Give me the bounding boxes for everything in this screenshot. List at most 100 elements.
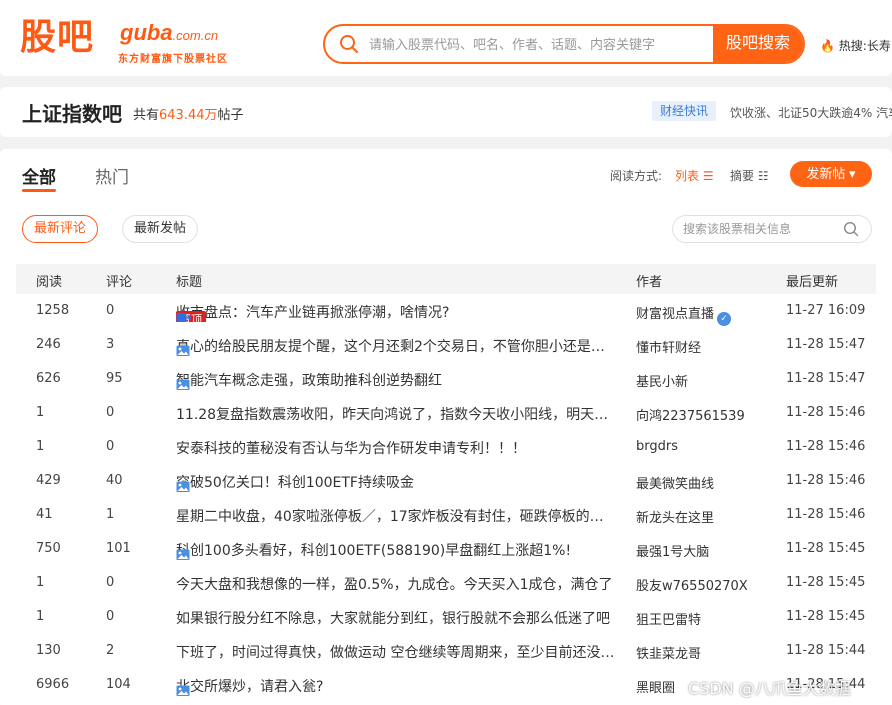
table-row[interactable]: 246 3 真心的给股民朋友提个醒，这个月还剩2个交易日，不管你胆小还是胆大 懂市轩财… xyxy=(16,328,876,362)
read-count: 429 xyxy=(36,473,61,488)
new-post-button[interactable]: 发新帖 ▾ xyxy=(790,161,872,187)
mode-list-button[interactable]: 列表 ☰ xyxy=(675,167,714,184)
post-title-text: 如果银行股分红不除息，大家就能分到红，银行股就不会那么低迷了吧 xyxy=(176,611,610,627)
post-title-link[interactable]: 北交所爆炒，请君入瓮? xyxy=(176,676,616,696)
author-link[interactable]: 懂市轩财经 xyxy=(636,337,701,356)
watermark: CSDN @八爪鱼大数据 xyxy=(688,679,851,698)
last-updated: 11-28 15:46 xyxy=(786,405,866,420)
author-link[interactable]: 财富视点直播 ✓ xyxy=(636,303,732,326)
comment-count: 2 xyxy=(106,643,115,658)
post-title-link[interactable]: 突破50亿关口！科创100ETF持续吸金 xyxy=(176,472,616,492)
mode-summary-label: 摘要 xyxy=(730,169,755,183)
author-link[interactable]: 狙王巴雷特 xyxy=(636,609,701,628)
post-title-link[interactable]: 置顶 收市盘点：汽车产业链再掀涨停潮，啥情况? xyxy=(176,302,616,322)
post-title-link[interactable]: 星期二中收盘，40家啦涨停板／，17家炸板没有封住，砸跌停板的个股 xyxy=(176,506,616,526)
table-row[interactable]: 130 2 下班了，时间过得真快，做做运动 空仓继续等周期来，至少目前还没看到 铁韭菜… xyxy=(16,634,876,668)
post-title-link[interactable]: 科创100多头看好，科创100ETF(588190)早盘翻红上涨超1%! xyxy=(176,540,616,560)
hot-search-label: 热搜: xyxy=(838,39,867,53)
table-row[interactable]: 626 95 智能汽车概念走强，政策助推科创逆势翻红 基民小新 11-28 15:47 xyxy=(16,362,876,396)
author-name: brgdrs xyxy=(636,439,678,454)
author-name: 懂市轩财经 xyxy=(636,341,702,356)
table-row[interactable]: 41 1 星期二中收盘，40家啦涨停板／，17家炸板没有封住，砸跌停板的个股 新龙头在… xyxy=(16,498,876,532)
post-count-prefix: 共有 xyxy=(133,108,160,123)
table-row[interactable]: 1 0 今天大盘和我想像的一样，盈0.5%，九成仓。今天买入1成仓，满仓了 股友w76… xyxy=(16,566,876,600)
table-row[interactable]: 1 0 安泰科技的董秘没有否认与华为合作研发申请专利！！！ brgdrs 11-28 1… xyxy=(16,430,876,464)
tab-hot[interactable]: 热门 xyxy=(95,163,129,188)
post-title-link[interactable]: 下班了，时间过得真快，做做运动 空仓继续等周期来，至少目前还没看到 xyxy=(176,642,616,662)
read-count: 6966 xyxy=(36,677,70,692)
author-link[interactable]: 新龙头在这里 xyxy=(636,507,714,526)
author-link[interactable]: 基民小新 xyxy=(636,371,688,390)
post-count-value: 643.44万 xyxy=(159,108,218,123)
column-header-title: 标题 xyxy=(176,275,203,290)
table-header: 阅读 评论 标题 作者 最后更新 xyxy=(16,264,876,294)
read-count: 626 xyxy=(36,371,61,386)
search-button[interactable]: 股吧搜索 xyxy=(713,26,803,62)
table-row[interactable]: 750 101 科创100多头看好，科创100ETF(588190)早盘翻红上涨超1… xyxy=(16,532,876,566)
tab-all[interactable]: 全部 xyxy=(22,163,56,188)
author-link[interactable]: 向鸿2237561539 xyxy=(636,405,745,424)
search-icon[interactable] xyxy=(843,221,859,237)
flash-news-text[interactable]: 饮收涨、北证50大跌逾4% 汽车 xyxy=(730,104,892,121)
image-icon xyxy=(176,379,190,390)
mode-list-label: 列表 xyxy=(675,169,700,183)
site-header: 股吧 guba.com.cn 东方财富旗下股票社区 股吧搜索 🔥 热搜:长寿 xyxy=(0,0,892,76)
comment-count: 3 xyxy=(106,337,115,352)
post-count: 共有643.44万帖子 xyxy=(133,104,244,123)
table-row[interactable]: 429 40 突破50亿关口！科创100ETF持续吸金 最美微笑曲线 11-28 15:… xyxy=(16,464,876,498)
author-link[interactable]: 最美微笑曲线 xyxy=(636,473,714,492)
new-post-label: 发新帖 xyxy=(806,166,846,181)
post-title-text: 今天大盘和我想像的一样，盈0.5%，九成仓。今天买入1成仓，满仓了 xyxy=(176,577,613,593)
filter-latest-post[interactable]: 最新发帖 xyxy=(122,215,199,243)
stock-search-input[interactable] xyxy=(683,216,843,242)
search-input[interactable] xyxy=(369,26,709,62)
column-header-updated[interactable]: 最后更新 xyxy=(786,271,838,290)
read-count: 750 xyxy=(36,541,61,556)
last-updated: 11-28 15:47 xyxy=(786,371,866,386)
read-count: 1 xyxy=(36,609,45,624)
author-link[interactable]: 最强1号大脑 xyxy=(636,541,709,560)
author-name: 新龙头在这里 xyxy=(636,511,715,526)
author-link[interactable]: 黑眼圈 xyxy=(636,677,675,696)
post-title-link[interactable]: 11.28复盘指数震荡收阳，昨天向鸿说了，指数今天收小阳线，明天继续看 xyxy=(176,404,616,424)
post-table: 1258 0 置顶 收市盘点：汽车产业链再掀涨停潮，啥情况? 财富视点直播 ✓ 11-27 … xyxy=(16,294,876,702)
last-updated: 11-28 15:46 xyxy=(786,439,866,454)
table-row[interactable]: 1 0 11.28复盘指数震荡收阳，昨天向鸿说了，指数今天收小阳线，明天继续看 向鸿2… xyxy=(16,396,876,430)
hot-search[interactable]: 🔥 热搜:长寿 xyxy=(820,37,891,54)
comment-count: 101 xyxy=(106,541,131,556)
post-title-link[interactable]: 如果银行股分红不除息，大家就能分到红，银行股就不会那么低迷了吧 xyxy=(176,608,616,628)
author-link[interactable]: 铁韭菜龙哥 xyxy=(636,643,701,662)
logo-text[interactable]: guba.com.cn xyxy=(120,20,218,49)
comment-count: 0 xyxy=(106,439,115,454)
hot-search-text: 长寿 xyxy=(866,39,891,53)
post-title-link[interactable]: 智能汽车概念走强，政策助推科创逆势翻红 xyxy=(176,370,616,390)
read-count: 41 xyxy=(36,507,53,522)
logo[interactable]: 股吧 xyxy=(20,16,94,58)
table-row[interactable]: 1258 0 置顶 收市盘点：汽车产业链再掀涨停潮，啥情况? 财富视点直播 ✓ 11-27 … xyxy=(16,294,876,328)
author-link[interactable]: 股友w76550270X xyxy=(636,575,748,594)
last-updated: 11-28 15:45 xyxy=(786,609,866,624)
last-updated: 11-28 15:45 xyxy=(786,575,866,590)
post-count-suffix: 帖子 xyxy=(217,108,244,123)
flash-news-tag[interactable]: 财经快讯 xyxy=(652,101,717,121)
comment-count: 0 xyxy=(106,303,115,318)
filter-latest-comment[interactable]: 最新评论 xyxy=(22,215,99,243)
author-name: 黑眼圈 xyxy=(636,681,676,696)
author-link[interactable]: brgdrs xyxy=(636,439,678,454)
image-icon xyxy=(176,481,190,492)
search-icon[interactable] xyxy=(339,34,359,54)
table-row[interactable]: 1 0 如果银行股分红不除息，大家就能分到红，银行股就不会那么低迷了吧 狙王巴雷特 11… xyxy=(16,600,876,634)
post-title-text: 突破50亿关口！科创100ETF持续吸金 xyxy=(176,475,414,491)
bar-info: 上证指数吧 共有643.44万帖子 财经快讯 饮收涨、北证50大跌逾4% 汽车 xyxy=(0,87,892,137)
post-title-link[interactable]: 真心的给股民朋友提个醒，这个月还剩2个交易日，不管你胆小还是胆大 xyxy=(176,336,616,356)
post-title-link[interactable]: 今天大盘和我想像的一样，盈0.5%，九成仓。今天买入1成仓，满仓了 xyxy=(176,574,616,594)
author-name: 最强1号大脑 xyxy=(636,545,710,560)
verified-icon: ✓ xyxy=(717,312,732,326)
column-header-comments[interactable]: 评论 xyxy=(106,271,132,290)
author-name: 铁韭菜龙哥 xyxy=(636,647,702,662)
column-header-read[interactable]: 阅读 xyxy=(36,271,62,290)
mode-summary-button[interactable]: 摘要 ☷ xyxy=(730,167,769,184)
last-updated: 11-28 15:46 xyxy=(786,507,866,522)
video-icon xyxy=(176,311,191,322)
post-title-link[interactable]: 安泰科技的董秘没有否认与华为合作研发申请专利！！！ xyxy=(176,438,616,458)
